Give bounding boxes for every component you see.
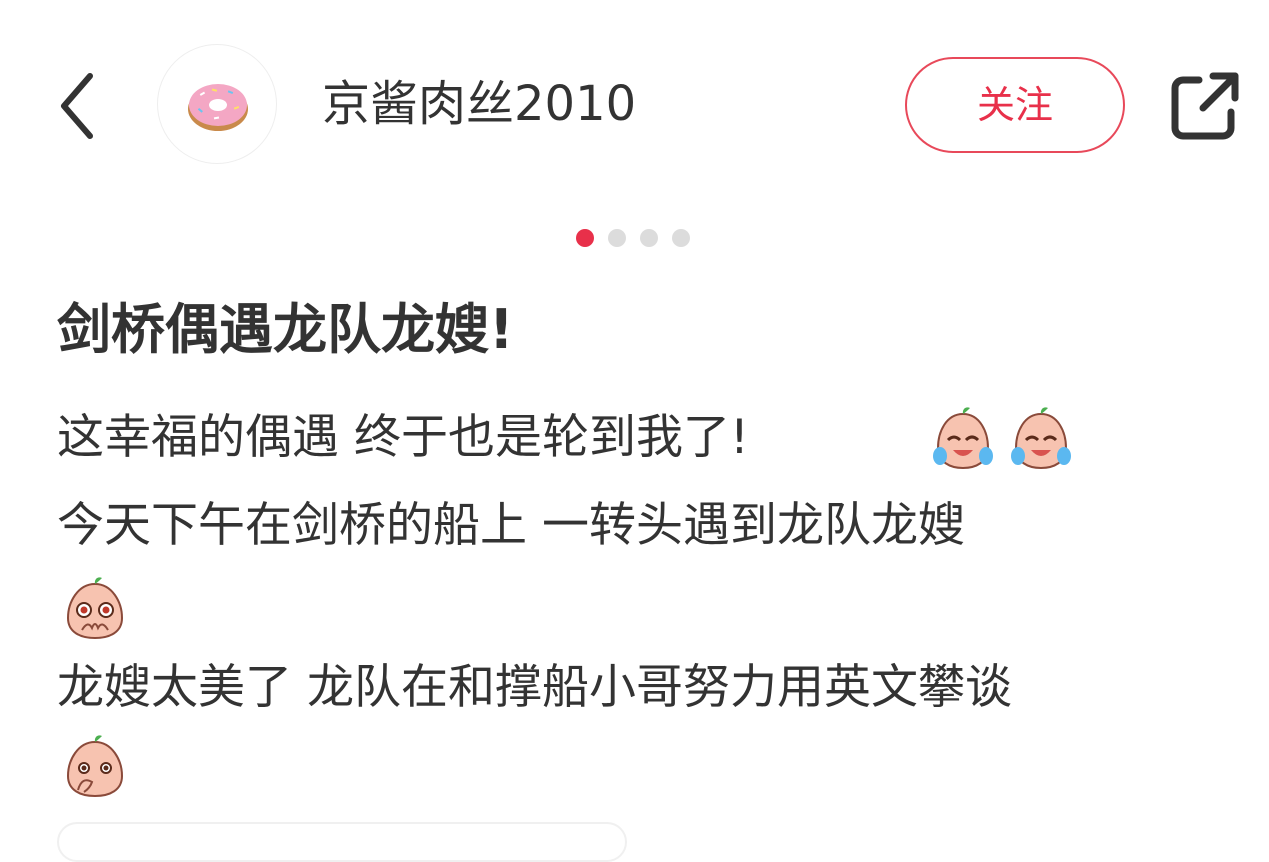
carousel-indicator — [576, 229, 690, 247]
post-text-line: 今天下午在剑桥的船上 一转头遇到龙队龙嫂 — [57, 498, 965, 553]
carousel-dot[interactable] — [672, 229, 690, 247]
covering-mouth-emoji — [66, 735, 124, 798]
chevron-left-icon — [61, 73, 93, 139]
share-icon — [1171, 72, 1239, 140]
donut-icon — [188, 84, 248, 131]
post-text-line: 龙嫂太美了 龙队在和撑船小哥努力用英文攀谈 — [57, 660, 1012, 715]
laughing-tears-emoji — [933, 407, 993, 470]
carousel-dot[interactable] — [576, 229, 594, 247]
back-button[interactable] — [52, 66, 112, 146]
content-card[interactable] — [57, 822, 627, 862]
username[interactable]: 京酱肉丝2010 — [322, 72, 636, 136]
avatar[interactable] — [157, 44, 277, 164]
post-header: 京酱肉丝2010 关注 — [0, 0, 1269, 200]
laughing-tears-emoji — [1011, 407, 1071, 470]
post-title: 剑桥偶遇龙队龙嫂! — [57, 298, 514, 361]
share-button[interactable] — [1163, 64, 1247, 148]
carousel-dot[interactable] — [608, 229, 626, 247]
post-text-line: 这幸福的偶遇 终于也是轮到我了! — [57, 410, 749, 465]
follow-button[interactable]: 关注 — [905, 57, 1125, 153]
pleading-emoji — [66, 577, 124, 640]
carousel-dot[interactable] — [640, 229, 658, 247]
